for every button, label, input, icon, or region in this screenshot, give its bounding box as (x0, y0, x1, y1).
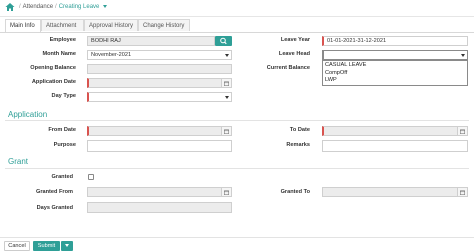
employee-field[interactable]: BODHI RAJ (87, 36, 215, 46)
remarks-input[interactable] (322, 140, 468, 152)
opening-balance-label: Opening Balance (30, 65, 76, 71)
granted-from-label: Granted From (36, 189, 73, 195)
granted-checkbox[interactable] (88, 174, 94, 180)
to-date-label: To Date (289, 127, 310, 133)
employee-label: Employee (49, 37, 76, 43)
grant-section-title: Grant (8, 157, 29, 166)
purpose-input[interactable] (87, 140, 232, 152)
month-name-select[interactable]: November-2021 (87, 50, 232, 60)
submit-options-button[interactable] (61, 241, 73, 251)
chevron-down-icon (225, 54, 229, 57)
dropdown-option[interactable]: LWP (323, 77, 467, 85)
calendar-icon[interactable] (221, 79, 231, 87)
month-name-value: November-2021 (91, 52, 132, 58)
breadcrumb-current[interactable]: Creating Leave (59, 4, 100, 10)
application-date-label: Application Date (31, 79, 76, 85)
remarks-label: Remarks (286, 142, 310, 148)
granted-to-field[interactable] (322, 187, 468, 197)
leave-head-select[interactable] (322, 50, 468, 60)
day-type-label: Day Type (51, 93, 76, 99)
section-divider (5, 120, 469, 121)
granted-label: Granted (51, 174, 73, 180)
application-section-title: Application (8, 110, 48, 119)
day-type-select[interactable] (87, 92, 232, 102)
application-date-field[interactable] (87, 78, 232, 88)
dropdown-option[interactable]: CompOff (323, 70, 467, 78)
employee-search-button[interactable] (215, 36, 232, 46)
tab-underline (0, 32, 474, 33)
dropdown-option[interactable]: CASUAL LEAVE (323, 62, 467, 70)
chevron-down-icon (461, 54, 465, 57)
chevron-down-icon[interactable] (103, 4, 108, 8)
chevron-down-icon (225, 96, 229, 99)
leave-head-dropdown: CASUAL LEAVE CompOff LWP (322, 60, 468, 86)
calendar-icon[interactable] (457, 127, 467, 135)
section-divider (5, 168, 469, 169)
breadcrumb: / Attendance / Creating Leave (17, 4, 108, 10)
days-granted-field[interactable] (87, 202, 232, 213)
leave-year-label: Leave Year (280, 37, 310, 43)
from-date-label: From Date (48, 127, 76, 133)
submit-button[interactable]: Submit (33, 241, 60, 251)
current-balance-label: Current Balance (266, 65, 310, 71)
search-icon (220, 37, 227, 45)
purpose-label: Purpose (53, 142, 76, 148)
tab-change-history[interactable]: Change History (138, 19, 190, 31)
chevron-down-icon (65, 244, 69, 248)
breadcrumb-separator: / (19, 4, 21, 10)
leave-head-label: Leave Head (278, 51, 310, 57)
month-name-label: Month Name (42, 51, 76, 57)
breadcrumb-attendance[interactable]: Attendance (23, 4, 53, 10)
granted-to-label: Granted To (280, 189, 310, 195)
days-granted-label: Days Granted (36, 205, 73, 211)
calendar-icon[interactable] (457, 188, 467, 196)
from-date-field[interactable] (87, 126, 232, 136)
tab-attachment[interactable]: Attachment (41, 19, 84, 31)
breadcrumb-separator: / (55, 4, 57, 10)
to-date-field[interactable] (322, 126, 468, 136)
footer-divider (0, 237, 474, 238)
tab-approval-history[interactable]: Approval History (84, 19, 138, 31)
cancel-button[interactable]: Cancel (4, 241, 30, 251)
granted-from-field[interactable] (87, 187, 232, 197)
opening-balance-field[interactable] (87, 64, 232, 74)
home-icon[interactable] (5, 2, 15, 12)
calendar-icon[interactable] (221, 188, 231, 196)
tab-main-info[interactable]: Main Info (5, 19, 41, 32)
calendar-icon[interactable] (221, 127, 231, 135)
leave-year-field[interactable]: 01-01-2021-31-12-2021 (322, 36, 468, 46)
